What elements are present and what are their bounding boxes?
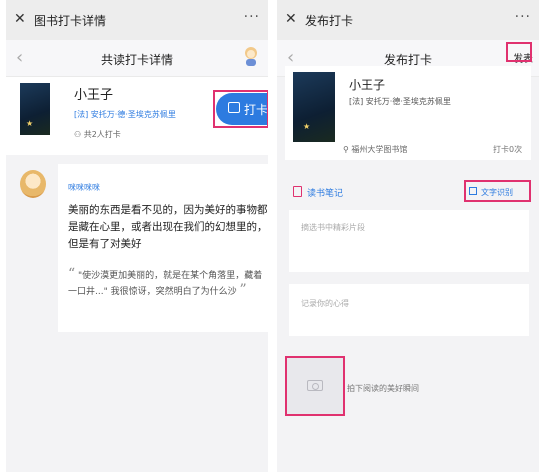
right-screen: ✕ 发布打卡 ··· ‹ 发布打卡 发表 ★ 小王子 [法] 安托万·德·圣埃克… bbox=[277, 0, 539, 472]
thoughts-textarea[interactable]: 记录你的心得 bbox=[289, 284, 529, 336]
book-title: 小王子 bbox=[349, 78, 386, 92]
post-content: 美丽的东西是看不见的，因为美好的事物都是藏在心里，或者出现在我们的幻想里的，但是… bbox=[68, 204, 268, 250]
excerpt-textarea[interactable]: 摘选书中精彩片段 bbox=[289, 210, 529, 272]
window-title: 图书打卡详情 bbox=[34, 14, 107, 28]
book-card: ★ 小王子 [法] 安托万·德·圣埃克苏佩里 ⚲ 福州大学图书馆 打卡0次 bbox=[285, 66, 531, 160]
page-title: 共读打卡详情 bbox=[100, 53, 173, 67]
cover-star-icon: ★ bbox=[26, 119, 34, 128]
checkin-count: 打卡0次 bbox=[493, 145, 523, 154]
more-icon[interactable]: ··· bbox=[244, 9, 260, 25]
close-icon[interactable]: ✕ bbox=[285, 11, 297, 27]
highlight-photo-box bbox=[285, 356, 345, 416]
more-icon[interactable]: ··· bbox=[515, 9, 531, 25]
participant-count: ⚇ 共2人打卡 bbox=[74, 130, 121, 139]
post-username[interactable]: 咪咪咪咪 bbox=[68, 182, 100, 193]
post-quote: “ "使沙漠更加美丽的，就是在某个角落里，藏着一口井..." 我很惊讶，突然明白… bbox=[68, 266, 263, 298]
photo-hint: 拍下阅读的美好瞬间 bbox=[347, 384, 419, 393]
book-cover[interactable]: ★ bbox=[20, 83, 50, 135]
notes-icon bbox=[293, 186, 302, 197]
notes-label: 读书笔记 bbox=[307, 189, 344, 199]
nav-bar: ‹ 共读打卡详情 bbox=[6, 40, 268, 77]
quote-open-icon: “ bbox=[68, 266, 76, 282]
book-author[interactable]: [法] 安托万·德·圣埃克苏佩里 bbox=[74, 109, 176, 120]
window-title: 发布打卡 bbox=[305, 14, 354, 28]
quote-close-icon: ” bbox=[239, 282, 247, 298]
highlight-ocr-box bbox=[464, 180, 531, 202]
library-name: ⚲ 福州大学图书馆 bbox=[343, 145, 408, 154]
highlight-publish-box bbox=[506, 42, 532, 62]
window-titlebar: ✕ 图书打卡详情 ··· bbox=[6, 0, 268, 40]
mascot-icon[interactable] bbox=[242, 45, 260, 67]
left-screen: ✕ 图书打卡详情 ··· ‹ 共读打卡详情 ★ 小王子 [法] 安托万·德·圣埃… bbox=[6, 0, 268, 472]
window-titlebar: ✕ 发布打卡 ··· bbox=[277, 0, 539, 40]
cover-star-icon: ★ bbox=[303, 122, 311, 131]
person-icon: ⚇ bbox=[74, 130, 82, 139]
highlight-checkin-box bbox=[213, 90, 268, 128]
avatar[interactable] bbox=[20, 170, 46, 198]
book-cover[interactable]: ★ bbox=[293, 72, 335, 142]
book-title: 小王子 bbox=[74, 88, 114, 103]
book-author: [法] 安托万·德·圣埃克苏佩里 bbox=[349, 97, 451, 106]
link-icon: ⚲ bbox=[343, 145, 349, 154]
close-icon[interactable]: ✕ bbox=[14, 11, 26, 27]
